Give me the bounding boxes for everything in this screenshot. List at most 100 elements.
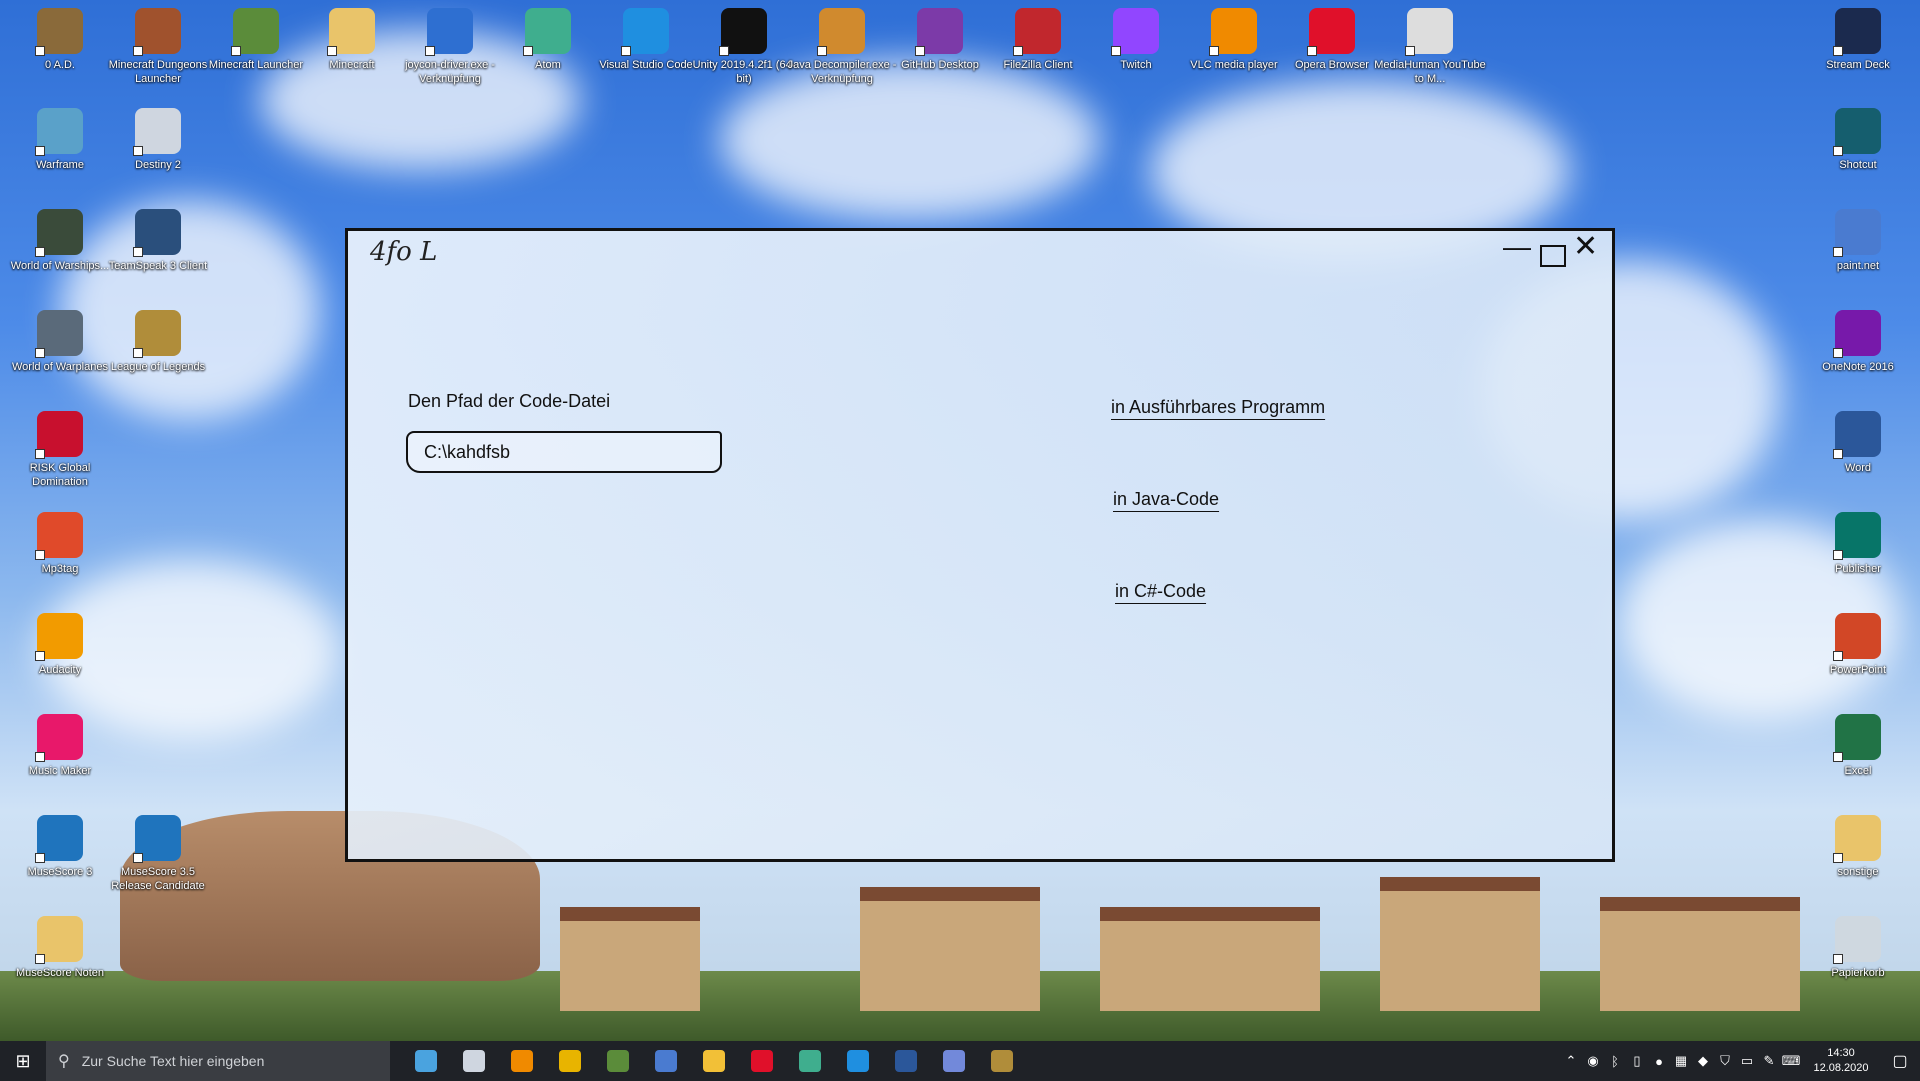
taskbar-app[interactable] [690,1041,738,1081]
convert-java-link[interactable]: in Java-Code [1113,489,1219,510]
path-input[interactable] [406,431,722,473]
desktop-icon[interactable]: MuseScore 3.5 Release Candidate [100,809,216,893]
convert-executable-link[interactable]: in Ausführbares Programm [1111,397,1325,418]
desktop-icon[interactable]: TeamSpeak 3 Client [100,203,216,273]
bluetooth-icon[interactable]: ᛒ [1604,1054,1626,1069]
music-maker-icon [35,714,83,762]
convert-csharp-link[interactable]: in C#-Code [1115,581,1206,602]
sketch-app-window: 4fo L — ✕ Den Pfad der Code-Datei in Aus… [345,228,1615,862]
clock-date: 12.08.2020 [1813,1062,1869,1074]
taskbar-app[interactable] [498,1041,546,1081]
desktop-icon[interactable]: OneNote 2016 [1800,304,1916,374]
vlc-icon [1209,8,1257,56]
desktop-icon[interactable]: MuseScore Noten [2,910,118,980]
opera-icon [1307,8,1355,56]
desktop-icon-label: Shotcut [1839,159,1877,171]
building [1380,877,1540,1011]
notification-icon[interactable]: ▢ [1880,1051,1920,1071]
file-explorer-icon [703,1050,725,1072]
antivirus-icon[interactable]: ◆ [1692,1053,1714,1069]
clock[interactable]: 14:30 12.08.2020 [1802,1046,1880,1076]
desktop-icon[interactable]: Audacity [2,607,118,677]
taskbar-app[interactable] [882,1041,930,1081]
vscode-icon [847,1050,869,1072]
building [1600,897,1800,1011]
word-icon [1833,411,1881,459]
minimize-button[interactable]: — [1503,231,1531,263]
chevron-up-icon[interactable]: ⌃ [1560,1053,1582,1069]
maximize-button[interactable] [1540,245,1566,267]
desktop-icon[interactable]: paint.net [1800,203,1916,273]
desktop-icon[interactable]: RISK Global Domination [2,405,118,489]
desktop-icon[interactable]: Mp3tag [2,506,118,576]
desktop-icon[interactable]: Stream Deck [1800,2,1916,72]
battery-icon[interactable]: ▯ [1626,1053,1648,1069]
stream-deck-icon [1833,8,1881,56]
search-icon: ⚲ [58,1053,70,1070]
musescore-rc-icon [133,815,181,863]
close-button[interactable]: ✕ [1573,229,1598,264]
warships-icon [35,209,83,257]
desktop-icon-label: Audacity [38,664,82,676]
taskbar-app[interactable] [546,1041,594,1081]
task-view-icon [415,1050,437,1072]
taskbar-app[interactable] [834,1041,882,1081]
steam-icon[interactable]: ◉ [1582,1053,1604,1069]
taskbar-app[interactable] [594,1041,642,1081]
0ad-icon [35,8,83,56]
desktop-icon-label: Mp3tag [41,563,79,575]
keyboard-icon[interactable]: ▦ [1670,1053,1692,1069]
path-label: Den Pfad der Code-Datei [408,391,611,411]
vlc-icon [511,1050,533,1072]
taskbar-app[interactable] [450,1041,498,1081]
network-icon[interactable]: ▭ [1736,1053,1758,1069]
taskbar-app[interactable] [978,1041,1026,1081]
desktop-icon[interactable]: Word [1800,405,1916,475]
taskbar-app[interactable] [930,1041,978,1081]
start-button[interactable]: ⊞ [0,1041,46,1081]
taskbar-app[interactable] [402,1041,450,1081]
input-language-icon[interactable]: ⌨ [1780,1053,1802,1069]
desktop-icon[interactable]: Music Maker [2,708,118,778]
desktop-icon-label: League of Legends [110,361,206,373]
app-window-icon [425,8,473,56]
building [560,907,700,1011]
folder-icon [35,916,83,964]
powerpoint-icon [1833,613,1881,661]
audacity-icon [35,613,83,661]
word-icon [895,1050,917,1072]
desktop-icon[interactable]: MediaHuman YouTube to M... [1372,2,1488,86]
desktop-icon[interactable]: Papierkorb [1800,910,1916,980]
pen-icon[interactable]: ✎ [1758,1053,1780,1069]
search-box[interactable]: ⚲ Zur Suche Text hier eingeben [46,1041,390,1081]
shield-icon[interactable]: ⛉ [1714,1053,1736,1069]
onenote-icon [1833,310,1881,358]
window-title: 4fo L [370,237,438,267]
recycle-bin-icon [1833,916,1881,964]
desktop-icon-label: Papierkorb [1831,967,1885,979]
twitch-icon [1111,8,1159,56]
desktop-icon[interactable]: Publisher [1800,506,1916,576]
desktop-icon-label: Music Maker [28,765,92,777]
destiny-icon [133,108,181,156]
github-icon [915,8,963,56]
taskbar-app[interactable] [786,1041,834,1081]
desktop-icon[interactable]: League of Legends [100,304,216,374]
desktop-icon[interactable]: sonstige [1800,809,1916,879]
mediahuman-icon [1405,8,1453,56]
desktop-icon[interactable]: PowerPoint [1800,607,1916,677]
taskbar-app[interactable] [738,1041,786,1081]
discord-icon [943,1050,965,1072]
mp3tag-icon [35,512,83,560]
desktop-icon-label: Stream Deck [1826,59,1890,71]
desktop-icon[interactable]: Excel [1800,708,1916,778]
league-icon [991,1050,1013,1072]
excel-icon [1833,714,1881,762]
opera-icon [751,1050,773,1072]
taskbar-app[interactable] [642,1041,690,1081]
clock-time: 14:30 [1827,1047,1855,1059]
desktop-icon[interactable]: Destiny 2 [100,102,216,172]
status-dot-icon[interactable]: ● [1648,1054,1670,1069]
warframe-icon [35,108,83,156]
desktop-icon[interactable]: Shotcut [1800,102,1916,172]
